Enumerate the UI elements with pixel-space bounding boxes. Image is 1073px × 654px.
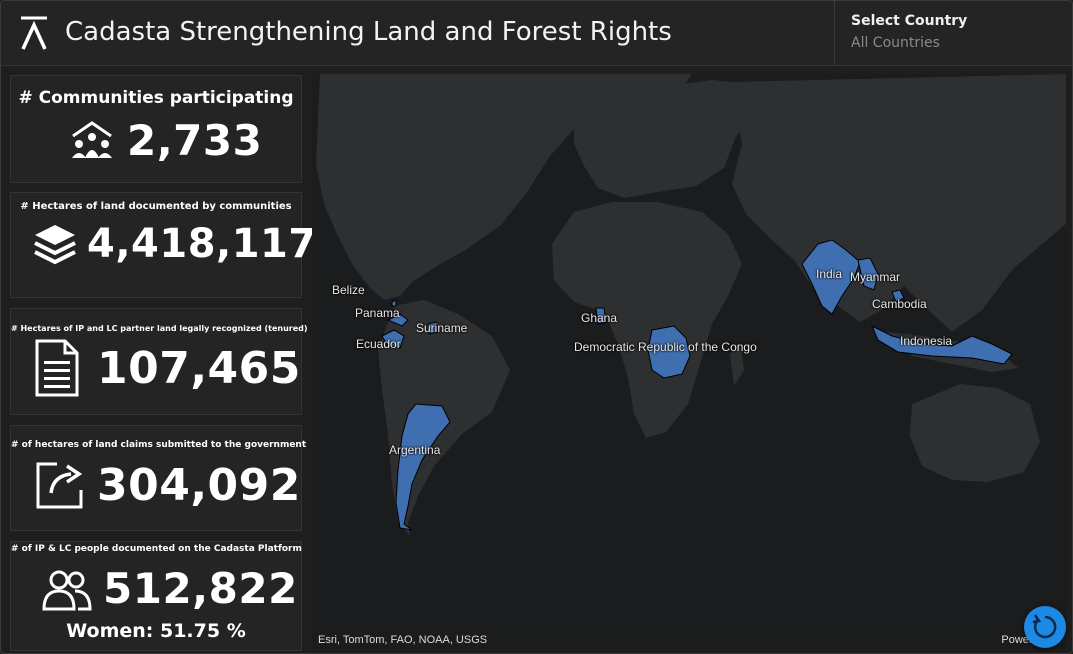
map-attribution: Esri, TomTom, FAO, NOAA, USGS Powered b (312, 631, 1066, 649)
card-title: # of hectares of land claims submitted t… (11, 440, 307, 450)
world-map[interactable]: Belize Panama Ecuador Suriname Ghana Dem… (312, 74, 1066, 649)
map-canvas[interactable] (312, 74, 1066, 649)
map-label-india: India (816, 267, 843, 281)
hectares-recognized-card: # Hectares of IP and LC partner land leg… (10, 308, 308, 415)
hectares-documented-card: # Hectares of land documented by communi… (10, 192, 316, 298)
map-label-suriname: Suriname (416, 321, 468, 335)
app-title: Cadasta Strengthening Land and Forest Ri… (65, 17, 672, 47)
map-label-belize: Belize (332, 283, 365, 297)
document-icon (35, 339, 79, 397)
map-label-ghana: Ghana (581, 311, 618, 325)
people-documented-value: 512,822 (103, 564, 298, 613)
country-selector[interactable]: Select Country All Countries (834, 1, 1072, 65)
map-label-argentina: Argentina (389, 443, 441, 457)
cadasta-logo-icon (21, 16, 47, 50)
australia-land (910, 384, 1040, 482)
women-percentage: Women: 51.75 % (66, 620, 246, 642)
people-icon (42, 570, 92, 611)
card-title: # Hectares of land documented by communi… (20, 201, 292, 212)
map-label-indonesia: Indonesia (900, 334, 953, 348)
map-label-panama: Panama (355, 306, 400, 320)
map-label-cambodia: Cambodia (872, 297, 927, 311)
claims-submitted-card: # of hectares of land claims submitted t… (10, 425, 307, 531)
hectares-recognized-value: 107,465 (97, 343, 301, 394)
header-bar: Cadasta Strengthening Land and Forest Ri… (1, 1, 1072, 66)
refresh-icon (1032, 614, 1057, 639)
dashboard-frame: Cadasta Strengthening Land and Forest Ri… (0, 0, 1073, 654)
map-label-ecuador: Ecuador (356, 337, 401, 351)
map-label-myanmar: Myanmar (850, 270, 901, 284)
attribution-text[interactable]: Esri, TomTom, FAO, NOAA, USGS (318, 634, 487, 646)
card-title: # Hectares of IP and LC partner land leg… (11, 324, 308, 333)
share-icon (36, 462, 83, 509)
hectares-documented-value: 4,418,117 (87, 221, 317, 267)
selector-label: Select Country (851, 13, 968, 29)
map-label-drc: Democratic Republic of the Congo (574, 340, 757, 354)
community-icon (72, 121, 112, 158)
communities-value: 2,733 (127, 116, 263, 165)
selector-value[interactable]: All Countries (851, 35, 940, 51)
communities-card: # Communities participating 2,733 (10, 75, 302, 183)
card-title: # of IP & LC people documented on the Ca… (11, 544, 302, 554)
people-documented-card: # of IP & LC people documented on the Ca… (10, 541, 302, 651)
card-title: # Communities participating (18, 88, 294, 108)
claims-submitted-value: 304,092 (97, 460, 301, 511)
refresh-button[interactable] (1024, 606, 1066, 648)
layers-icon (34, 225, 76, 265)
